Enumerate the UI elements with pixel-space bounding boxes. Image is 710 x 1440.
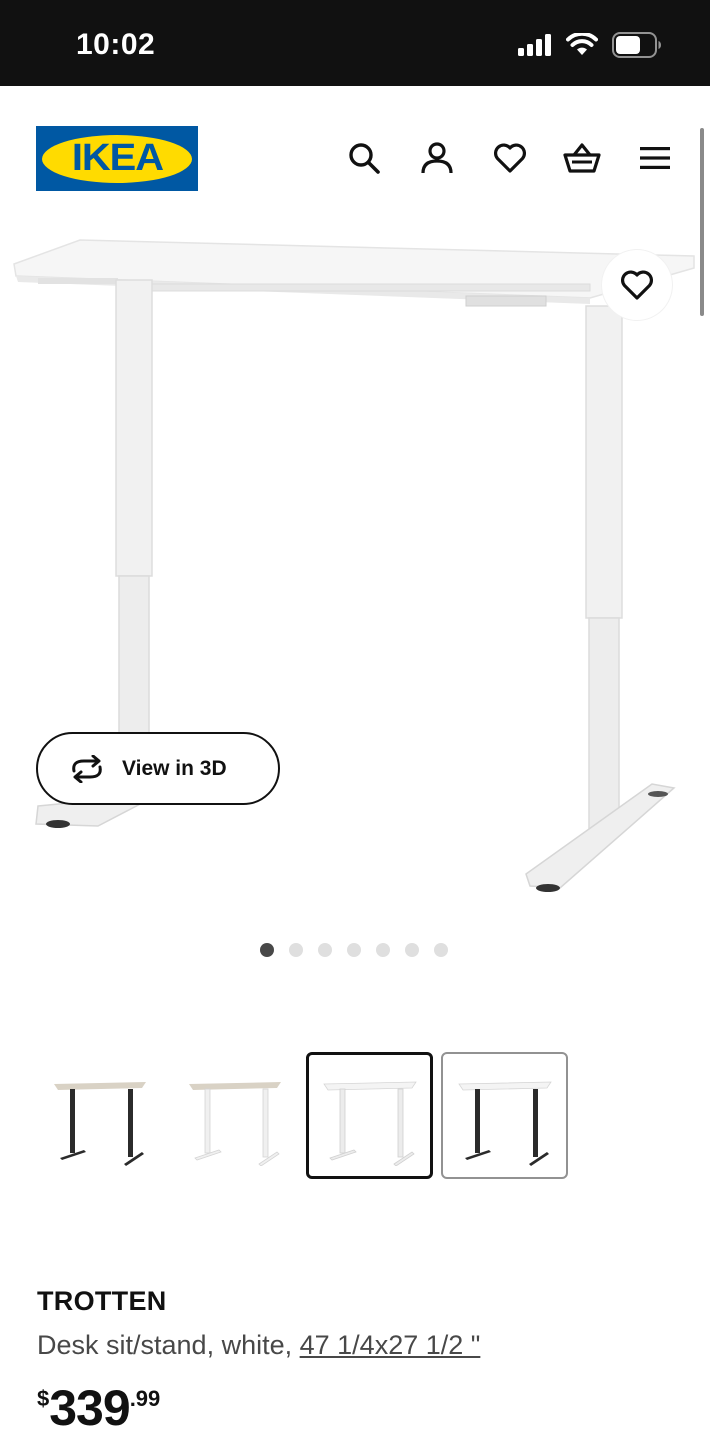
menu-icon	[640, 147, 670, 169]
variant-thumbnail[interactable]	[171, 1052, 298, 1179]
desk-thumbnail	[188, 1081, 281, 1166]
search-icon	[349, 143, 380, 174]
favourites-button[interactable]	[490, 138, 530, 178]
view-in-3d-label: View in 3D	[122, 756, 227, 780]
account-button[interactable]	[417, 138, 457, 178]
heart-icon	[494, 143, 526, 173]
carousel-dot[interactable]	[289, 943, 303, 957]
basket-button[interactable]	[562, 138, 602, 178]
rotate-3d-icon	[72, 754, 102, 783]
variant-thumbnail[interactable]	[441, 1052, 568, 1179]
variant-selector	[36, 1052, 568, 1179]
product-name: TROTTEN	[37, 1286, 167, 1316]
desk-illustration	[13, 239, 695, 892]
logo-oval: IKEA	[42, 134, 192, 183]
battery-icon	[612, 32, 661, 58]
desk-thumbnail	[457, 1081, 552, 1166]
desk-thumbnail	[53, 1081, 146, 1166]
carousel-dot[interactable]	[405, 943, 419, 957]
variant-thumbnail-selected[interactable]	[306, 1052, 433, 1179]
heart-icon	[621, 270, 653, 300]
carousel-dot[interactable]	[347, 943, 361, 957]
wifi-icon	[566, 33, 598, 55]
basket-icon	[563, 143, 601, 173]
site-header: IKEA	[0, 86, 710, 226]
variant-thumbnail[interactable]	[36, 1052, 163, 1179]
price-currency: $	[37, 1386, 50, 1411]
carousel-dot[interactable]	[260, 943, 274, 957]
carousel-dot[interactable]	[318, 943, 332, 957]
status-time: 10:02	[76, 28, 156, 61]
view-in-3d-button[interactable]: View in 3D	[36, 732, 280, 805]
carousel-dot[interactable]	[434, 943, 448, 957]
menu-button[interactable]	[635, 138, 675, 178]
account-icon	[421, 142, 453, 174]
product-type-text: Desk sit/stand, white,	[37, 1330, 293, 1360]
product-description: Desk sit/stand, white, 47 1/4x27 1/2 "	[37, 1330, 480, 1361]
product-price: $ 339 .99	[37, 1378, 160, 1438]
ikea-logo[interactable]: IKEA	[36, 126, 198, 191]
signal-icon	[518, 34, 551, 56]
status-icons	[518, 32, 662, 58]
desk-thumbnail	[322, 1081, 417, 1166]
product-size-link[interactable]: 47 1/4x27 1/2 "	[300, 1330, 481, 1360]
product-image[interactable]	[0, 226, 710, 926]
price-integer: 339	[49, 1380, 130, 1436]
carousel-dot[interactable]	[376, 943, 390, 957]
logo-text: IKEA	[71, 137, 163, 179]
save-to-favourites-button[interactable]	[602, 250, 672, 320]
price-decimal: .99	[129, 1386, 161, 1411]
status-bar: 10:02	[0, 0, 710, 86]
image-carousel-dots	[260, 943, 448, 957]
search-button[interactable]	[344, 138, 384, 178]
